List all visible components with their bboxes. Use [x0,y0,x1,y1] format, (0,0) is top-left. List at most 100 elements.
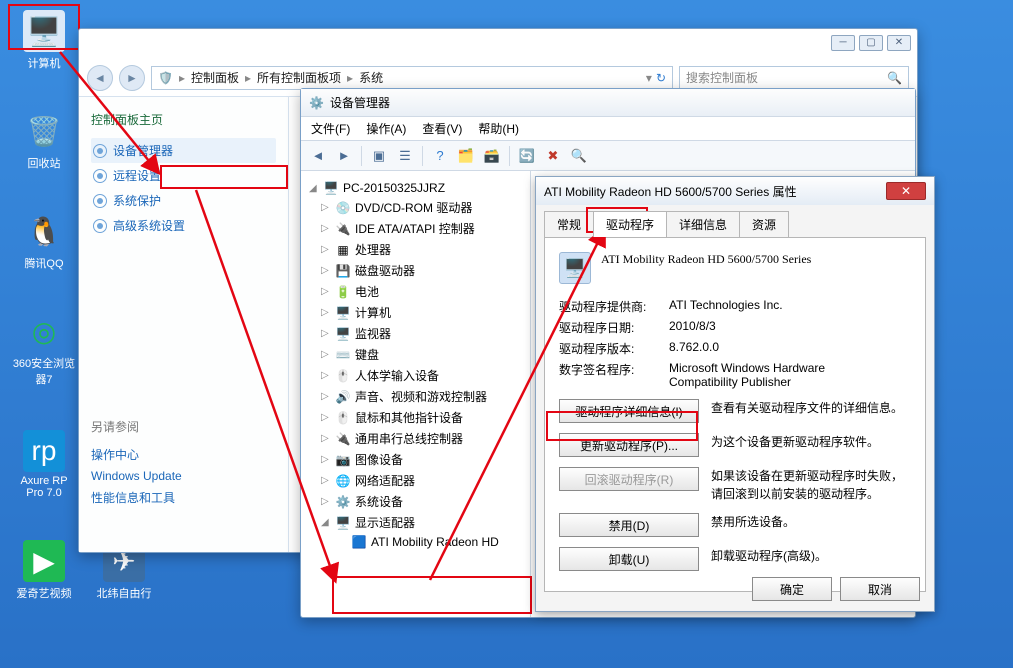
tool-refresh-icon[interactable]: 🔄 [516,145,538,167]
expand-icon[interactable]: ▷ [321,496,331,507]
tab-driver[interactable]: 驱动程序 [593,211,667,237]
menu-view[interactable]: 查看(V) [422,120,462,137]
tree-gpu[interactable]: 🟦 ATI Mobility Radeon HD [307,533,524,551]
tree-node-label: 通用串行总线控制器 [355,430,463,447]
bullet-icon [93,169,107,183]
value-provider: ATI Technologies Inc. [669,298,783,315]
link-remote[interactable]: 远程设置 [91,163,276,188]
expand-icon[interactable]: ▷ [321,307,331,318]
expand-icon[interactable]: ▷ [321,454,331,465]
expand-icon[interactable]: ▷ [321,244,331,255]
update-driver-button[interactable]: 更新驱动程序(P)... [559,433,699,457]
driver-details-button[interactable]: 驱动程序详细信息(I) [559,399,699,423]
tree-root[interactable]: ◢ 🖥️ PC-20150325JJRZ [307,179,524,197]
link-action-center[interactable]: 操作中心 [91,443,276,466]
expand-icon[interactable]: ▷ [321,433,331,444]
tree-node-label: 声音、视频和游戏控制器 [355,388,487,405]
tool-help-icon[interactable]: ? [429,145,451,167]
chevron-down-icon[interactable]: ▾ [646,71,652,85]
nav-back-button[interactable]: ◄ [87,65,113,91]
maximize-button[interactable]: ▢ [859,35,883,51]
bullet-icon [93,219,107,233]
tree-node[interactable]: ▷⚙️系统设备 [307,491,524,512]
tool-scan-icon[interactable]: 🔍 [568,145,590,167]
link-performance[interactable]: 性能信息和工具 [91,486,276,509]
crumb-control-panel[interactable]: 控制面板 [191,69,239,86]
expand-icon[interactable]: ▷ [321,370,331,381]
nav-forward-button[interactable]: ► [119,65,145,91]
close-button[interactable]: ✕ [887,35,911,51]
expand-icon[interactable]: ▷ [321,286,331,297]
link-windows-update[interactable]: Windows Update [91,466,276,486]
prop-close-button[interactable]: ✕ [886,182,926,200]
device-category-icon: 🖱️ [335,411,351,425]
cancel-button[interactable]: 取消 [840,577,920,601]
tree-node[interactable]: ▷🖱️鼠标和其他指针设备 [307,407,524,428]
expand-icon[interactable]: ▷ [321,328,331,339]
minimize-button[interactable]: ─ [831,35,855,51]
tool-up-icon[interactable]: ▣ [368,145,390,167]
tree-node[interactable]: ▷🔋电池 [307,281,524,302]
desktop-recycle-icon[interactable]: 🗑️ 回收站 [12,110,76,171]
menu-action[interactable]: 操作(A) [366,120,406,137]
tool-view2-icon[interactable]: 🗃️ [481,145,503,167]
expand-icon[interactable]: ▷ [321,391,331,402]
menu-help[interactable]: 帮助(H) [478,120,519,137]
menu-file[interactable]: 文件(F) [311,120,350,137]
tab-general[interactable]: 常规 [544,211,594,237]
device-category-icon: 🖱️ [335,369,351,383]
desktop-axure-icon[interactable]: rp Axure RP Pro 7.0 [12,430,76,499]
rollback-driver-button: 回滚驱动程序(R) [559,467,699,491]
uninstall-button[interactable]: 卸载(U) [559,547,699,571]
tree-node[interactable]: ▷💾磁盘驱动器 [307,260,524,281]
tree-node[interactable]: ▷🖥️监视器 [307,323,524,344]
expand-icon[interactable]: ▷ [321,223,331,234]
desktop-qq-icon[interactable]: 🐧 腾讯QQ [12,210,76,271]
device-category-icon: 🔌 [335,222,351,236]
expand-icon[interactable]: ▷ [321,265,331,276]
expand-icon[interactable]: ▷ [321,349,331,360]
tree-node[interactable]: ▷▦处理器 [307,239,524,260]
tree-node[interactable]: ▷🖥️计算机 [307,302,524,323]
crumb-all-items[interactable]: 所有控制面板项 [257,69,341,86]
tool-view1-icon[interactable]: 🗂️ [455,145,477,167]
tab-resource[interactable]: 资源 [739,211,789,237]
tree-node[interactable]: ▷📷图像设备 [307,449,524,470]
tree-node[interactable]: ▷🌐网络适配器 [307,470,524,491]
desktop-beiwei-label: 北纬自由行 [92,585,156,601]
address-bar[interactable]: 🛡️ ▸ 控制面板 ▸ 所有控制面板项 ▸ 系统 ▾ ↻ [151,66,673,90]
crumb-system[interactable]: 系统 [359,69,383,86]
desktop-iqiyi-label: 爱奇艺视频 [12,585,76,601]
tree-node[interactable]: ▷🔌IDE ATA/ATAPI 控制器 [307,218,524,239]
disable-button[interactable]: 禁用(D) [559,513,699,537]
expand-icon[interactable]: ◢ [321,517,331,528]
desktop-computer-icon[interactable]: 🖥️ 计算机 [12,10,76,71]
tree-node[interactable]: ▷⌨️键盘 [307,344,524,365]
tree-node[interactable]: ▷💿DVD/CD-ROM 驱动器 [307,197,524,218]
computer-icon: 🖥️ [323,181,339,195]
device-category-icon: 🔌 [335,432,351,446]
link-advanced[interactable]: 高级系统设置 [91,213,276,238]
tool-back-icon[interactable]: ◄ [307,145,329,167]
tree-display-adapters[interactable]: ◢ 🖥️ 显示适配器 [307,512,524,533]
expand-icon[interactable]: ▷ [321,202,331,213]
desktop-360-icon[interactable]: ◎ 360安全浏览器7 [12,310,76,387]
expand-icon[interactable]: ◢ [309,183,319,194]
tool-forward-icon[interactable]: ► [333,145,355,167]
expand-icon[interactable]: ▷ [321,412,331,423]
link-protect[interactable]: 系统保护 [91,188,276,213]
tree-node[interactable]: ▷🖱️人体学输入设备 [307,365,524,386]
tool-remove-icon[interactable]: ✖ [542,145,564,167]
tab-detail[interactable]: 详细信息 [666,211,740,237]
tree-node[interactable]: ▷ 🔊 声音、视频和游戏控制器 [307,386,524,407]
refresh-icon[interactable]: ↻ [656,71,666,85]
search-input[interactable]: 搜索控制面板 🔍 [679,66,909,90]
tree-node-label: 图像设备 [355,451,403,468]
device-category-icon: 🔊 [335,390,351,404]
expand-icon[interactable]: ▷ [321,475,331,486]
ok-button[interactable]: 确定 [752,577,832,601]
desktop-iqiyi-icon[interactable]: ▶ 爱奇艺视频 [12,540,76,601]
link-device-manager[interactable]: 设备管理器 [91,138,276,163]
tree-node[interactable]: ▷ 🔌 通用串行总线控制器 [307,428,524,449]
tool-prop-icon[interactable]: ☰ [394,145,416,167]
